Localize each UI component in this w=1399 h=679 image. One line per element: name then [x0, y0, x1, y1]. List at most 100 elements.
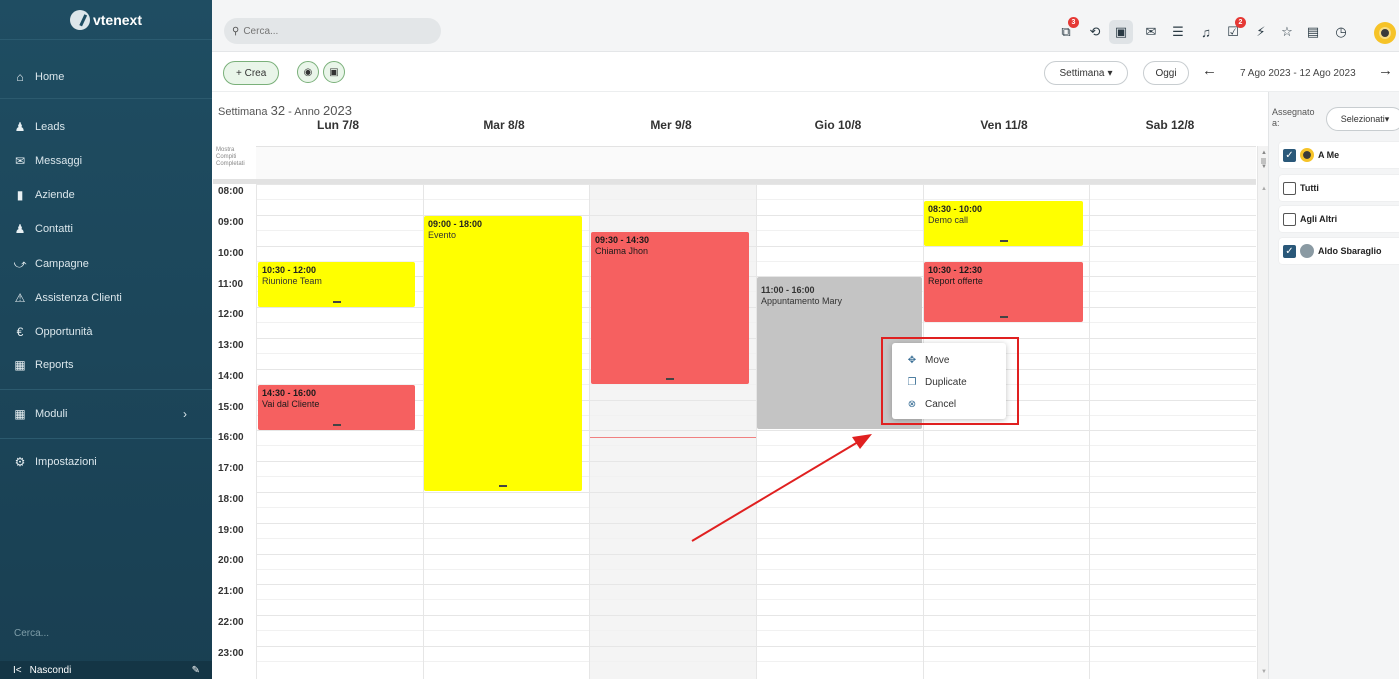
event-time: 09:00 - 18:00 — [428, 219, 483, 229]
chat-icon[interactable]: ☰ — [1169, 23, 1187, 41]
resize-handle[interactable] — [999, 240, 1008, 242]
day-header[interactable]: Lun 7/8 — [268, 118, 408, 132]
checkbox[interactable] — [1283, 212, 1296, 226]
hour-label: 22:00 — [218, 617, 244, 628]
event-title: Vai dal Cliente — [262, 399, 320, 409]
pin-icon[interactable]: ✎ — [192, 665, 200, 676]
hour-label: 21:00 — [218, 586, 244, 597]
home-icon: ⌂ — [16, 70, 24, 84]
assignee-item-me[interactable]: ✓ A Me — [1279, 142, 1399, 168]
today-button[interactable]: Oggi — [1143, 61, 1189, 85]
sidebar-item-aziende[interactable]: ▮ Aziende — [0, 180, 212, 210]
sidebar-item-campagne[interactable]: ⤻ Campagne — [0, 249, 212, 279]
search-input[interactable] — [243, 25, 424, 37]
location-button[interactable]: ◉ — [297, 61, 319, 83]
column-divider — [756, 184, 757, 679]
sidebar-item-opportunita[interactable]: € Opportunità — [0, 317, 212, 347]
event-chiama-jhon[interactable]: 09:30 - 14:30 Chiama Jhon — [591, 232, 749, 384]
processes-icon[interactable]: ⧉ 3 — [1057, 17, 1079, 41]
resize-handle[interactable] — [332, 424, 341, 426]
event-title: Appuntamento Mary — [761, 296, 843, 306]
hour-label: 18:00 — [218, 494, 244, 505]
sidebar-item-moduli[interactable]: ▦ Moduli › — [0, 399, 212, 429]
scroll-up-icon[interactable]: ▲ — [1261, 150, 1267, 156]
assignee-item-tutti[interactable]: Tutti — [1279, 175, 1399, 201]
checkbox[interactable]: ✓ — [1283, 148, 1296, 162]
resize-handle[interactable] — [499, 485, 507, 487]
event-report-offerte[interactable]: 10:30 - 12:30 Report offerte — [924, 262, 1083, 322]
sidebar-item-label: Reports — [35, 359, 74, 371]
sidebar-item-contatti[interactable]: ♟ Contatti — [0, 214, 212, 244]
time-grid[interactable]: 08:00 09:00 10:00 11:00 12:00 13:00 14:0… — [213, 184, 1256, 679]
event-riunione-team[interactable]: 10:30 - 12:00 Riunione Team — [258, 262, 415, 307]
day-header[interactable]: Mer 9/8 — [601, 118, 741, 132]
checkbox[interactable]: ✓ — [1283, 244, 1296, 258]
assignee-label: Tutti — [1300, 183, 1319, 193]
sidebar-item-messaggi[interactable]: ✉ Messaggi — [0, 146, 212, 176]
scroll-down-icon[interactable]: ▼ — [1261, 164, 1267, 170]
event-evento[interactable]: 09:00 - 18:00 Evento — [424, 216, 582, 491]
hour-label: 11:00 — [218, 279, 244, 290]
star-icon[interactable]: ☆ — [1278, 23, 1296, 41]
event-demo-call[interactable]: 08:30 - 10:00 Demo call — [924, 201, 1083, 246]
allday-row[interactable] — [256, 146, 1256, 179]
create-button[interactable]: + Crea — [223, 61, 280, 85]
calendar-icon[interactable]: ▣ — [1109, 20, 1133, 44]
checkbox[interactable] — [1283, 181, 1296, 195]
history-icon[interactable]: ⟲ — [1086, 23, 1104, 41]
event-time: 11:00 - 16:00 — [761, 285, 815, 295]
assignee-panel: Assegnato a: Selezionati ▾ ✓ A Me Tutti … — [1268, 92, 1399, 679]
view-label: Settimana — [1059, 67, 1105, 79]
day-header[interactable]: Sab 12/8 — [1100, 118, 1240, 132]
arrow-right-icon[interactable]: → — [1378, 62, 1393, 79]
logo-text: vtenext — [92, 11, 143, 28]
logo-icon — [69, 9, 90, 30]
event-time: 09:30 - 14:30 — [595, 235, 650, 245]
scroll-up-icon[interactable]: ▲ — [1261, 186, 1267, 192]
tasks-icon[interactable]: ☑ 2 — [1224, 17, 1246, 41]
sidebar-item-label: Campagne — [35, 258, 89, 270]
assignee-select[interactable]: Selezionati ▾ — [1326, 107, 1399, 131]
sidebar-item-assistenza[interactable]: ⚠ Assistenza Clienti — [0, 283, 212, 313]
document-icon[interactable]: ▤ — [1304, 23, 1322, 41]
mail-icon[interactable]: ✉ — [1142, 23, 1160, 41]
show-completed-tasks-toggle[interactable]: Mostra Compiti Completati — [213, 147, 255, 168]
sidebar-item-impostazioni[interactable]: ⚙ Impostazioni — [0, 447, 212, 477]
event-title: Demo call — [928, 215, 969, 225]
filter-button[interactable]: ▣ — [323, 61, 345, 83]
day-header[interactable]: Ven 11/8 — [934, 118, 1074, 132]
divider — [0, 389, 212, 390]
timer-icon[interactable]: ◷ — [1332, 23, 1350, 41]
assignee-label: A Me — [1318, 150, 1340, 160]
calendar-scrollbar[interactable]: ▲ ▼ ▲ ▼ — [1257, 146, 1268, 679]
sidebar-item-reports[interactable]: ▦ Reports — [0, 350, 212, 380]
global-search[interactable]: ⚲ — [224, 18, 441, 44]
event-time: 10:30 - 12:00 — [262, 265, 317, 275]
logo[interactable]: vtenext — [0, 0, 212, 40]
caret-down-icon: ▾ — [1384, 113, 1390, 124]
user-avatar[interactable] — [1374, 22, 1396, 44]
assignee-item-aldo[interactable]: ✓ Aldo Sbaraglio — [1279, 238, 1399, 264]
sidebar-item-label: Contatti — [35, 223, 73, 235]
filter-icon: ▣ — [329, 66, 339, 78]
resize-handle[interactable] — [332, 301, 341, 303]
scroll-down-icon[interactable]: ▼ — [1261, 669, 1267, 675]
bell-icon[interactable]: ♫ — [1197, 23, 1215, 41]
sidebar-search-input[interactable]: Cerca... — [14, 628, 49, 639]
resize-handle[interactable] — [999, 316, 1008, 318]
view-select[interactable]: Settimana ▾ — [1044, 61, 1128, 85]
column-divider — [589, 184, 590, 679]
divider — [0, 98, 212, 99]
sidebar-item-leads[interactable]: ♟ Leads — [0, 112, 212, 142]
hide-sidebar-button[interactable]: I< Nascondi ✎ — [0, 661, 212, 679]
day-header[interactable]: Mar 8/8 — [434, 118, 574, 132]
sidebar-item-home[interactable]: ⌂ Home — [0, 62, 212, 92]
arrow-left-icon[interactable]: ← — [1202, 62, 1217, 79]
event-vai-dal-cliente[interactable]: 14:30 - 16:00 Vai dal Cliente — [258, 385, 415, 430]
day-header[interactable]: Gio 10/8 — [768, 118, 908, 132]
sidebar-item-label: Home — [35, 71, 65, 83]
resize-handle[interactable] — [666, 378, 674, 380]
hour-label: 15:00 — [218, 402, 244, 413]
assignee-item-altri[interactable]: Agli Altri — [1279, 206, 1399, 232]
flash-icon[interactable]: ⚡ — [1252, 23, 1270, 41]
